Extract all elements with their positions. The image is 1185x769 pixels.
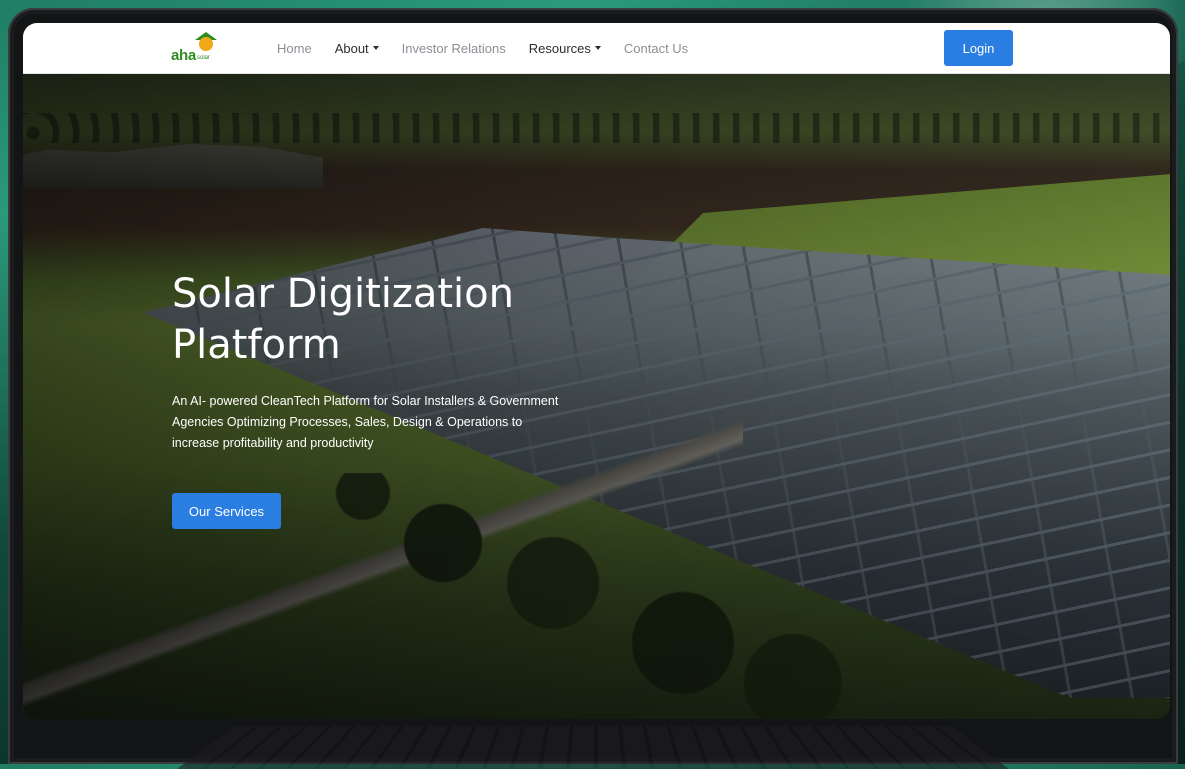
nav-item-investor-relations[interactable]: Investor Relations (402, 41, 506, 56)
nav-item-label: About (334, 40, 369, 56)
top-navbar: aha solar Home About Investor Relations … (23, 23, 1170, 74)
nav-item-contact-us[interactable]: Contact Us (624, 41, 688, 56)
hero-content: Solar Digitization Platform An AI- power… (172, 269, 592, 454)
nav-item-home[interactable]: Home (277, 41, 312, 56)
hero-section: Solar Digitization Platform An AI- power… (23, 73, 1170, 719)
nav-links: Home About Investor Relations Resources … (277, 23, 711, 73)
caret-down-icon (372, 46, 379, 50)
nav-item-label: Home (277, 40, 312, 56)
nav-item-label: Resources (528, 40, 591, 56)
hero-title: Solar Digitization Platform (172, 269, 592, 371)
our-services-button[interactable]: Our Services (172, 493, 281, 529)
hero-title-line2: Platform (172, 322, 341, 368)
aha-solar-logo[interactable]: aha solar (171, 31, 223, 65)
hero-title-line1: Solar Digitization (172, 271, 514, 317)
logo-sun-icon (199, 37, 213, 51)
caret-down-icon (594, 46, 601, 50)
hero-description: An AI- powered CleanTech Platform for So… (172, 394, 559, 450)
nav-item-about[interactable]: About (335, 41, 379, 56)
logo-subtext: solar (197, 55, 211, 61)
nav-item-resources[interactable]: Resources (529, 41, 601, 56)
laptop-screen: aha solar Home About Investor Relations … (23, 23, 1170, 719)
logo-text: aha (171, 47, 196, 64)
laptop-keyboard (176, 726, 1010, 769)
nav-item-label: Contact Us (623, 40, 689, 56)
laptop-frame: aha solar Home About Investor Relations … (8, 8, 1178, 769)
login-button[interactable]: Login (944, 30, 1013, 66)
nav-item-label: Investor Relations (401, 40, 506, 56)
